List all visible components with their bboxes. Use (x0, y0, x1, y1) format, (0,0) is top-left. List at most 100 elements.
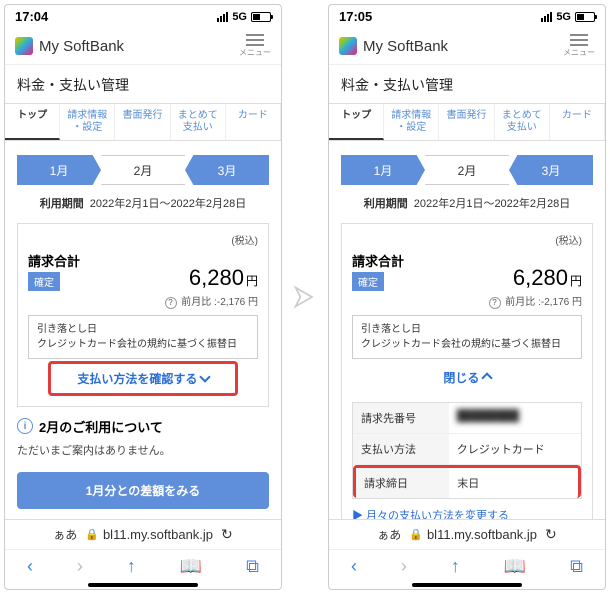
tab-card[interactable]: カード (550, 104, 605, 140)
total-label: 請求合計 (352, 251, 404, 270)
menu-button[interactable]: メニュー (239, 34, 271, 58)
hamburger-icon (246, 34, 264, 46)
phone-left: 17:04 5G My SoftBank メニュー 料金・支払い管理 トップ 請… (4, 4, 282, 590)
back-icon[interactable]: ‹ (351, 556, 357, 577)
status-badge: 確定 (28, 272, 60, 291)
url-box[interactable]: 🔒 bl11.my.softbank.jp (409, 527, 537, 542)
table-row: 請求先番号 ████████ (353, 403, 581, 434)
page-title: 料金・支払い管理 (5, 65, 281, 103)
bill-card: (税込) 請求合計 確定 6,280円 ? 前月比 :-2,176 円 引き落と… (341, 223, 593, 519)
text-size-button[interactable]: ぁあ (377, 526, 401, 543)
battery-icon (251, 12, 271, 22)
close-payment-button[interactable]: 閉じる (352, 359, 582, 396)
status-right: 5G (217, 11, 271, 23)
chevron-down-icon (199, 371, 210, 382)
period-label: 利用期間 (40, 198, 84, 210)
month-feb[interactable]: 2月 (101, 155, 185, 185)
month-mar[interactable]: 3月 (509, 155, 593, 185)
content: 1月 2月 3月 利用期間2022年2月1日～2022年2月28日 (税込) 請… (329, 141, 605, 519)
share-icon[interactable]: ↑ (451, 556, 460, 577)
total-amount: 6,280円 (513, 265, 582, 291)
reload-icon[interactable]: ↻ (545, 526, 557, 543)
url-text: bl11.my.softbank.jp (427, 527, 537, 542)
tab-billing[interactable]: 請求情報 ・設定 (384, 104, 439, 140)
phone-right: 17:05 5G My SoftBank メニュー 料金・支払い管理 トップ 請… (328, 4, 606, 590)
signal-icon (217, 12, 228, 22)
status-right: 5G (541, 11, 595, 23)
app-header: My SoftBank メニュー (5, 28, 281, 65)
browser-nav: ‹ › ↑ 📖 ⧉ (329, 549, 605, 579)
tabs-icon[interactable]: ⧉ (570, 556, 583, 577)
status-bar: 17:05 5G (329, 5, 605, 28)
home-indicator (412, 583, 522, 587)
lock-icon: 🔒 (409, 528, 423, 541)
share-icon[interactable]: ↑ (127, 556, 136, 577)
reload-icon[interactable]: ↻ (221, 526, 233, 543)
compare: ? 前月比 :-2,176 円 (352, 293, 582, 309)
month-jan[interactable]: 1月 (341, 155, 425, 185)
month-bar: 1月 2月 3月 (341, 155, 593, 185)
bill-card: (税込) 請求合計 確定 6,280円 ? 前月比 :-2,176 円 引き落と… (17, 223, 269, 407)
forward-icon[interactable]: › (77, 556, 83, 577)
signal-icon (541, 12, 552, 22)
menu-label: メニュー (239, 47, 271, 58)
tab-combined[interactable]: まとめて 支払い (171, 104, 226, 140)
table-row-highlight: 請求締日 末日 (353, 465, 581, 498)
table-row: 支払い方法 クレジットカード (353, 434, 581, 465)
tab-top[interactable]: トップ (329, 104, 384, 140)
info-icon[interactable]: ? (165, 297, 177, 309)
tab-billing[interactable]: 請求情報 ・設定 (60, 104, 115, 140)
menu-label: メニュー (563, 47, 595, 58)
brand-text: My SoftBank (39, 38, 124, 55)
period: 利用期間2022年2月1日～2022年2月28日 (341, 189, 593, 217)
payment-table: 請求先番号 ████████ 支払い方法 クレジットカード 請求締日 末日 (352, 402, 582, 499)
hamburger-icon (570, 34, 588, 46)
brand-text: My SoftBank (363, 38, 448, 55)
change-payment-link[interactable]: ▶ 月々の支払い方法を変更する (352, 507, 582, 520)
tab-document[interactable]: 書面発行 (115, 104, 170, 140)
logo-icon (15, 37, 33, 55)
month-mar[interactable]: 3月 (185, 155, 269, 185)
tab-combined[interactable]: まとめて 支払い (495, 104, 550, 140)
month-jan[interactable]: 1月 (17, 155, 101, 185)
tabs: トップ 請求情報 ・設定 書面発行 まとめて 支払い カード (329, 103, 605, 141)
page-title: 料金・支払い管理 (329, 65, 605, 103)
tab-top[interactable]: トップ (5, 104, 60, 140)
brand[interactable]: My SoftBank (15, 37, 124, 55)
battery-icon (575, 12, 595, 22)
usage-heading: i 2月のご利用について (17, 417, 269, 436)
url-bar: ぁあ 🔒 bl11.my.softbank.jp ↻ (329, 519, 605, 549)
tab-card[interactable]: カード (226, 104, 281, 140)
compare: ? 前月比 :-2,176 円 (28, 293, 258, 309)
network: 5G (232, 11, 247, 23)
month-feb[interactable]: 2月 (425, 155, 509, 185)
bookmarks-icon[interactable]: 📖 (504, 556, 526, 577)
text-size-button[interactable]: ぁあ (53, 526, 77, 543)
expand-payment-button[interactable]: 支払い方法を確認する (51, 370, 235, 387)
clock: 17:04 (15, 9, 48, 24)
status-bar: 17:04 5G (5, 5, 281, 28)
bookmarks-icon[interactable]: 📖 (180, 556, 202, 577)
compare-button[interactable]: 1月分との差額をみる (17, 472, 269, 509)
brand[interactable]: My SoftBank (339, 37, 448, 55)
lock-icon: 🔒 (85, 528, 99, 541)
usage-text: ただいまご案内はありません。 (17, 442, 269, 458)
network: 5G (556, 11, 571, 23)
tabs: トップ 請求情報 ・設定 書面発行 まとめて 支払い カード (5, 103, 281, 141)
content: 1月 2月 3月 利用期間 2022年2月1日～2022年2月28日 (税込) 請… (5, 141, 281, 519)
url-box[interactable]: 🔒 bl11.my.softbank.jp (85, 527, 213, 542)
tabs-icon[interactable]: ⧉ (246, 556, 259, 577)
back-icon[interactable]: ‹ (27, 556, 33, 577)
highlight-expand: 支払い方法を確認する (48, 361, 238, 396)
forward-icon[interactable]: › (401, 556, 407, 577)
debit-note: 引き落とし日 クレジットカード会社の規約に基づく振替日 (28, 315, 258, 359)
tax-label: (税込) (352, 232, 582, 247)
browser-nav: ‹ › ↑ 📖 ⧉ (5, 549, 281, 579)
app-header: My SoftBank メニュー (329, 28, 605, 65)
period-value: 2022年2月1日～2022年2月28日 (90, 198, 247, 210)
period-label: 利用期間 (364, 198, 408, 210)
tab-document[interactable]: 書面発行 (439, 104, 494, 140)
menu-button[interactable]: メニュー (563, 34, 595, 58)
info-icon[interactable]: ? (489, 297, 501, 309)
month-bar: 1月 2月 3月 (17, 155, 269, 185)
